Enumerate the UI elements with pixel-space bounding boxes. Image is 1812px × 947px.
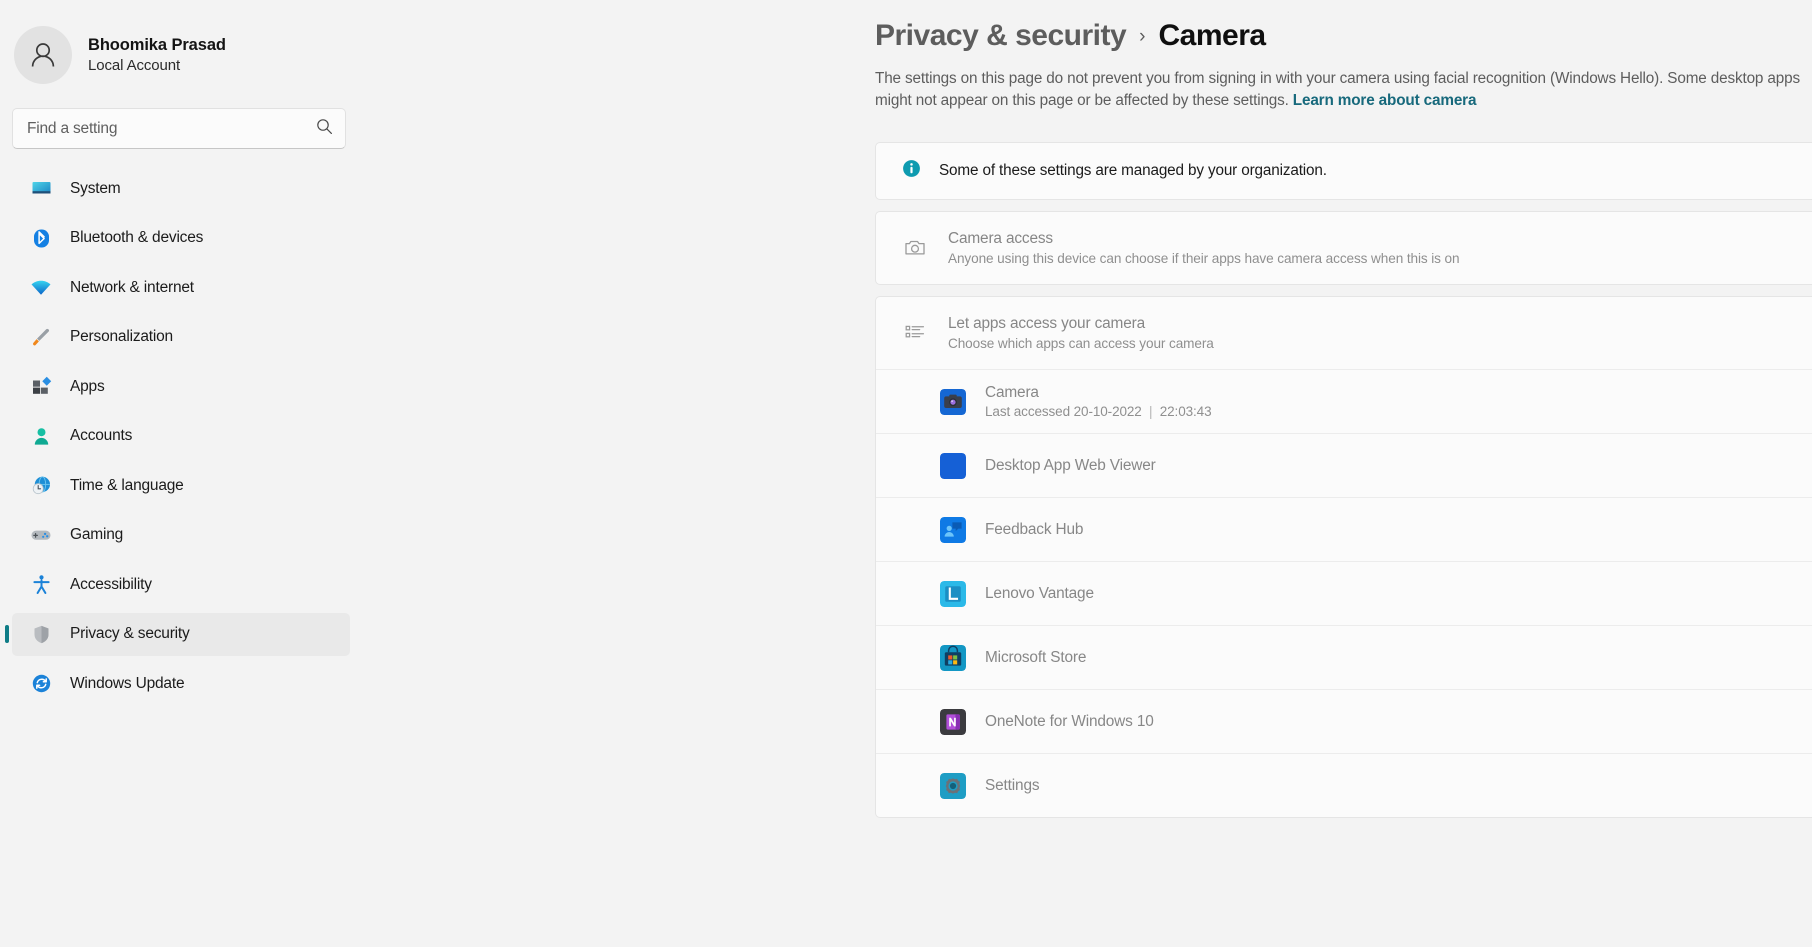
sidebar-item-apps[interactable]: Apps <box>12 365 350 408</box>
search-input[interactable] <box>27 119 316 138</box>
sidebar-item-label: Accounts <box>70 427 133 444</box>
search-icon <box>316 118 333 140</box>
app-last-accessed: Last accessed 20-10-2022 | 22:03:43 <box>985 404 1212 420</box>
info-circle-icon <box>902 159 921 183</box>
app-row[interactable]: Lenovo Vantage Off <box>876 561 1812 625</box>
camera-access-subtitle: Anyone using this device can choose if t… <box>948 251 1460 267</box>
clock-globe-icon <box>30 475 52 497</box>
app-row[interactable]: Feedback Hub Off <box>876 497 1812 561</box>
breadcrumb-parent-link[interactable]: Privacy & security <box>875 19 1127 53</box>
wifi-icon <box>30 277 52 299</box>
monitor-icon <box>30 178 52 200</box>
feedback-hub-icon <box>940 516 966 543</box>
shield-icon <box>30 623 52 645</box>
bluetooth-icon <box>30 227 52 249</box>
breadcrumb-separator-icon: › <box>1139 26 1146 47</box>
update-refresh-icon <box>30 673 52 695</box>
camera-access-card: Camera access Anyone using this device c… <box>875 211 1812 286</box>
sidebar-item-label: System <box>70 179 121 197</box>
sidebar-item-label: Windows Update <box>70 674 185 692</box>
sidebar: Bhoomika Prasad Local Account Find a set… <box>0 0 362 947</box>
sidebar-item-personalization[interactable]: Personalization <box>12 316 350 359</box>
profile-account-type: Local Account <box>88 57 181 74</box>
page-title: Camera <box>1158 19 1266 52</box>
app-name: Desktop App Web Viewer <box>985 456 1156 474</box>
apps-grid-icon <box>30 376 52 398</box>
sidebar-item-label: Privacy & security <box>70 625 190 642</box>
accessibility-icon <box>30 574 52 596</box>
sidebar-item-label: Time & language <box>70 476 184 494</box>
app-name: Microsoft Store <box>985 648 1087 666</box>
organization-info-card: Some of these settings are managed by yo… <box>875 142 1812 201</box>
sidebar-item-accessibility[interactable]: Accessibility <box>12 563 350 606</box>
gamepad-icon <box>30 524 52 546</box>
app-name: Settings <box>985 776 1040 794</box>
sidebar-item-label: Gaming <box>70 526 124 543</box>
sidebar-item-gaming[interactable]: Gaming <box>12 514 350 557</box>
camera-access-title: Camera access <box>948 230 1053 248</box>
profile-name: Bhoomika Prasad <box>88 36 226 54</box>
app-row[interactable]: OneNote for Windows 10 Off <box>876 689 1812 753</box>
app-row[interactable]: Microsoft Store Off <box>876 625 1812 689</box>
settings-cards: Some of these settings are managed by yo… <box>875 142 1812 819</box>
person-icon <box>30 425 52 447</box>
sidebar-item-privacy-security[interactable]: Privacy & security <box>12 612 350 656</box>
search-box[interactable] <box>12 108 346 149</box>
app-row[interactable]: Camera Last accessed 20-10-2022 | 22:03:… <box>876 369 1812 433</box>
sidebar-item-label: Bluetooth & devices <box>70 229 204 246</box>
navigation-list: System Bluetooth & devices Network & int… <box>0 167 362 705</box>
app-name: Feedback Hub <box>985 520 1084 538</box>
app-name: Lenovo Vantage <box>985 584 1094 602</box>
let-apps-access-subtitle: Choose which apps can access your camera <box>948 336 1214 352</box>
organization-info-text: Some of these settings are managed by yo… <box>939 162 1327 180</box>
settings-app-icon <box>940 772 966 799</box>
let-apps-access-card: Let apps access your camera Choose which… <box>875 296 1812 819</box>
let-apps-access-title: Let apps access your camera <box>948 315 1145 333</box>
sidebar-item-label: Personalization <box>70 328 173 345</box>
app-name: Camera <box>985 384 1039 402</box>
camera-icon <box>902 235 928 261</box>
sidebar-item-label: Accessibility <box>70 575 152 593</box>
app-name: OneNote for Windows 10 <box>985 712 1154 730</box>
profile-section[interactable]: Bhoomika Prasad Local Account <box>0 18 362 92</box>
main-content: Privacy & security › Camera The settings… <box>362 0 1812 947</box>
sidebar-item-accounts[interactable]: Accounts <box>12 415 350 458</box>
breadcrumb: Privacy & security › Camera <box>875 14 1812 58</box>
sidebar-item-windows-update[interactable]: Windows Update <box>12 662 350 705</box>
camera-app-icon <box>940 388 966 415</box>
lenovo-vantage-icon <box>940 580 966 607</box>
sidebar-item-time-language[interactable]: Time & language <box>12 464 350 507</box>
avatar <box>14 26 72 84</box>
app-row[interactable]: Settings Off <box>876 753 1812 817</box>
sidebar-item-label: Apps <box>70 377 105 395</box>
paintbrush-icon <box>30 326 52 348</box>
app-row[interactable]: Desktop App Web Viewer Off <box>876 433 1812 497</box>
sidebar-item-label: Network & internet <box>70 278 194 296</box>
person-avatar-icon <box>31 43 55 67</box>
desktop-web-viewer-icon <box>940 452 966 479</box>
learn-more-link[interactable]: Learn more about camera <box>1293 92 1477 109</box>
onenote-icon <box>940 708 966 735</box>
sidebar-item-bluetooth-devices[interactable]: Bluetooth & devices <box>12 217 350 260</box>
sidebar-item-system[interactable]: System <box>12 167 350 210</box>
microsoft-store-icon <box>940 644 966 671</box>
camera-access-row[interactable]: Camera access Anyone using this device c… <box>876 212 1812 284</box>
let-apps-access-row[interactable]: Let apps access your camera Choose which… <box>876 297 1812 369</box>
list-icon <box>902 320 928 346</box>
page-description: The settings on this page do not prevent… <box>875 68 1812 112</box>
sidebar-item-network-internet[interactable]: Network & internet <box>12 266 350 309</box>
